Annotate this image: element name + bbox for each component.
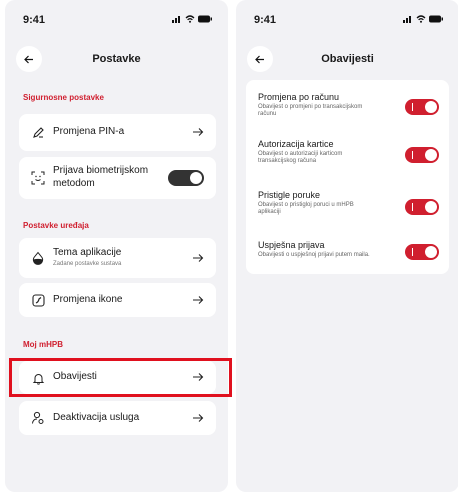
status-time: 9:41 [254,14,277,26]
notification-title: Promjena po računu [258,92,340,102]
change-pin-row[interactable]: Promjena PIN-a [19,114,216,151]
app-icon-icon [31,293,45,307]
successful-login-toggle[interactable] [405,244,439,260]
nav-bar: Postavke [5,44,228,74]
incoming-messages-toggle[interactable] [405,199,439,215]
page-title: Postavke [92,53,141,65]
theme-drop-icon [31,251,45,265]
nav-bar: Obavijesti [236,44,458,74]
notification-title: Autorizacija kartice [258,139,334,149]
section-title-security: Sigurnosne postavke [23,93,104,102]
section-title-device: Postavke uređaja [23,221,89,230]
app-theme-sublabel: Zadane postavke sustava [53,261,122,267]
signal-icon [403,16,411,23]
wifi-icon [416,15,426,23]
pencil-icon [31,125,45,139]
app-theme-label: Tema aplikacije [53,247,122,258]
system-icons [172,15,212,23]
notification-title: Pristigle poruke [258,190,321,200]
biometric-label-line2: metodom [53,178,95,189]
toggle-knob [425,246,437,258]
battery-icon [198,15,212,23]
toggle-knob [425,201,437,213]
notification-item-successful-login: Uspješna prijava Obavijesti o uspješnoj … [258,240,439,280]
signal-icon [172,16,180,23]
arrow-right-icon [193,296,204,304]
app-theme-row[interactable]: Tema aplikacije Zadane postavke sustava [19,238,216,278]
toggle-on-mark [412,151,413,159]
account-change-toggle[interactable] [405,99,439,115]
arrow-right-icon [193,254,204,262]
toggle-knob [190,172,202,184]
system-icons [403,15,443,23]
arrow-right-icon [193,414,204,422]
battery-icon [429,15,443,23]
status-bar: 9:41 [23,14,212,28]
notification-settings-card: Promjena po računu Obavijest o promjeni … [246,80,449,274]
toggle-knob [425,101,437,113]
toggle-on-mark [412,203,413,211]
biometric-login-row: Prijava biometrijskom metodom [19,157,216,199]
settings-screen: 9:41 Postavke Sigurnosne postavke Promje… [5,0,228,492]
toggle-knob [425,149,437,161]
change-icon-row[interactable]: Promjena ikone [19,283,216,317]
arrow-right-icon [193,128,204,136]
section-title-my-mhpb: Moj mHPB [23,340,63,349]
card-authorization-toggle[interactable] [405,147,439,163]
notification-item-card-authorization: Autorizacija kartice Obavijest o autoriz… [258,139,439,179]
toggle-on-mark [412,248,413,256]
deactivation-row[interactable]: Deaktivacija usluga [19,401,216,435]
toggle-on-mark [412,103,413,111]
user-settings-icon [31,411,45,425]
notification-desc: Obavijest o promjeni po transakcijskom r… [258,104,363,117]
notification-item-account-change: Promjena po računu Obavijest o promjeni … [258,92,439,132]
deactivation-label: Deaktivacija usluga [53,412,140,423]
change-pin-label: Promjena PIN-a [53,126,125,137]
status-bar: 9:41 [254,14,443,28]
notification-desc: Obavijest o autorizaciji karticom transa… [258,151,343,164]
biometric-toggle[interactable] [168,170,204,186]
notifications-highlight-box [9,358,232,397]
biometric-label-line1: Prijava biometrijskom [53,165,149,176]
face-id-icon [31,171,45,185]
notifications-screen: 9:41 Obavijesti Promjena po računu Obavi… [236,0,458,492]
wifi-icon [185,15,195,23]
status-time: 9:41 [23,14,46,26]
page-title: Obavijesti [321,53,374,65]
notification-item-incoming-messages: Pristigle poruke Obavijest o pristigloj … [258,190,439,230]
change-icon-label: Promjena ikone [53,294,123,305]
notification-desc: Obavijest o pristigloj poruci u mHPB apl… [258,202,354,215]
notification-title: Uspješna prijava [258,240,325,250]
notification-desc: Obavijesti o uspješnoj prijavi putem mai… [258,252,370,258]
